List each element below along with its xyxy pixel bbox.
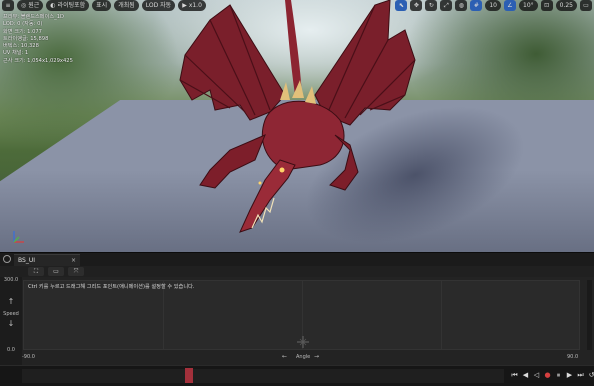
arrow-down-icon: ↓ <box>7 319 15 328</box>
scale-snap-value[interactable]: 0.25 <box>555 0 577 11</box>
hidden-button[interactable]: 개최됨 <box>114 0 139 11</box>
blendspace-grid[interactable]: Ctrl 키를 누르고 드래그해 그리드 포인트(애니메이션)를 설정할 수 있… <box>23 280 580 350</box>
fit-icon: ⛶ <box>33 268 39 275</box>
grid-snap-value[interactable]: 10 <box>485 0 501 11</box>
stat-screen-size: 화면 크기: 1.077 <box>3 28 42 35</box>
angle-snap-icon: ∠ <box>507 2 513 9</box>
playhead[interactable] <box>185 368 193 383</box>
playback-timeline: ⏮ ◀ ◁ ● ⏸ ▶ ⏭ ↺ ▭ <box>0 365 594 386</box>
grid-snap-button[interactable]: # <box>470 0 483 11</box>
y-axis-label: Speed <box>3 311 19 317</box>
step-forward-icon: ▶ <box>566 371 573 379</box>
editor-tab-bar: BS_UI × <box>0 252 594 267</box>
show-triangles-button[interactable]: ▭ <box>48 267 64 276</box>
y-axis-max: 300.0 <box>3 277 19 283</box>
stat-lod: LOD: 0 (자동: 0) <box>3 21 43 28</box>
toggle-labels-button[interactable]: ⤧ <box>68 267 84 276</box>
step-back-icon: ◀ <box>522 371 529 379</box>
pause-button[interactable]: ⏸ <box>554 370 563 381</box>
rotate-icon: ↻ <box>428 2 434 9</box>
skip-end-icon: ⏭ <box>577 371 584 379</box>
x-axis-min: -90.0 <box>22 354 35 360</box>
y-axis-min: 0.0 <box>7 347 15 353</box>
camera-speed-button[interactable]: ▭ <box>580 0 592 11</box>
arrow-right-icon: → <box>314 353 320 360</box>
triangles-icon: ▭ <box>53 268 59 275</box>
grid-line <box>163 281 164 349</box>
camera-speed-icon: ▭ <box>583 2 589 9</box>
rotate-button[interactable]: ↻ <box>425 0 438 11</box>
show-button[interactable]: 표시 <box>92 0 112 11</box>
lod-button[interactable]: LOD 자동 <box>141 0 176 11</box>
select-button[interactable]: ⬉ <box>395 0 408 11</box>
angle-snap-value[interactable]: 10° <box>519 0 538 11</box>
grid-line <box>441 281 442 349</box>
lit-button[interactable]: ◐ 라이팅포함 <box>46 0 90 11</box>
stat-uv-channels: UV 채널: 1 <box>3 50 29 57</box>
play-speed-icon: ▶ <box>182 2 187 9</box>
animation-editor: ≡ ◎ 원근 ◐ 라이팅포함 표시 개최됨 LOD 자동 ▶ x1.0 ⬉ ✥ ↻ ⤢… <box>0 0 594 386</box>
move-icon: ✥ <box>413 2 419 9</box>
grid-hint-text: Ctrl 키를 누르고 드래그해 그리드 포인트(애니메이션)를 설정할 수 있… <box>28 284 195 290</box>
world-button[interactable]: ◍ <box>455 0 468 11</box>
play-reverse-button[interactable]: ◁ <box>532 370 541 381</box>
jump-to-end-button[interactable]: ⏭ <box>576 370 585 381</box>
perspective-icon: ◎ <box>21 2 27 9</box>
angle-snap-button[interactable]: ∠ <box>504 0 516 11</box>
y-axis-column: 300.0 ↑ Speed ↓ 0.0 <box>0 277 22 365</box>
dragon-left-wing <box>179 4 286 121</box>
blendspace-toolbar: ⛶ ▭ ⤧ <box>0 266 594 277</box>
vertical-scrollbar[interactable] <box>587 280 592 350</box>
scale-snap-button[interactable]: ⊡ <box>540 0 553 11</box>
loop-icon: ↺ <box>588 371 594 379</box>
record-button[interactable]: ● <box>543 370 552 381</box>
menu-button[interactable]: ≡ <box>2 0 14 11</box>
perspective-button[interactable]: ◎ 원근 <box>17 0 44 11</box>
viewport-toolbar-right: ⬉ ✥ ↻ ⤢ ◍ # 10 ∠ 10° ⊡ 0.25 ▭ <box>395 0 592 12</box>
preview-viewport[interactable]: ≡ ◎ 원근 ◐ 라이팅포함 표시 개최됨 LOD 자동 ▶ x1.0 ⬉ ✥ ↻ ⤢… <box>0 0 594 252</box>
axis-gizmo-icon <box>13 231 24 243</box>
move-button[interactable]: ✥ <box>410 0 423 11</box>
blendspace-icon <box>3 255 11 263</box>
jump-to-start-button[interactable]: ⏮ <box>510 370 519 381</box>
x-axis-label: Angle <box>296 354 311 360</box>
select-icon: ⬉ <box>398 2 404 9</box>
loop-button[interactable]: ↺ <box>587 370 594 381</box>
skip-start-icon: ⏮ <box>511 371 518 379</box>
step-back-button[interactable]: ◀ <box>521 370 530 381</box>
arrow-left-icon: ← <box>282 353 288 360</box>
stat-approx-size: 근사 크기: 1,054x1,029x425 <box>3 57 73 64</box>
timeline-track[interactable] <box>22 369 504 383</box>
scale-snap-icon: ⊡ <box>544 2 550 9</box>
play-speed-button[interactable]: ▶ x1.0 <box>178 0 206 11</box>
blendspace-graph-area: 300.0 ↑ Speed ↓ 0.0 Ctrl 키를 누르고 드래그해 그리드… <box>0 277 594 365</box>
dragon-body <box>261 100 345 171</box>
world-icon: ◍ <box>458 2 464 9</box>
pause-icon: ⏸ <box>556 371 561 379</box>
dragon-head <box>239 159 296 233</box>
dragon-tail <box>285 0 302 95</box>
menu-icon: ≡ <box>5 2 11 9</box>
arrow-up-icon: ↑ <box>7 297 15 306</box>
dragon-model <box>179 0 416 233</box>
play-reverse-icon: ◁ <box>533 371 540 379</box>
scale-icon: ⤢ <box>443 2 449 9</box>
playback-controls: ⏮ ◀ ◁ ● ⏸ ▶ ⏭ ↺ ▭ <box>510 370 594 381</box>
x-axis-row: -90.0 ← Angle → 90.0 <box>22 352 582 364</box>
record-icon: ● <box>544 371 551 379</box>
viewport-stats: 프리뷰: 블렌드스페이스_1D LOD: 0 (자동: 0) 화면 크기: 1.… <box>3 14 73 65</box>
viewport-toolbar-left: ≡ ◎ 원근 ◐ 라이팅포함 표시 개최됨 LOD 자동 ▶ x1.0 <box>2 0 206 12</box>
lit-icon: ◐ <box>50 2 56 9</box>
x-axis-max: 90.0 <box>567 354 579 360</box>
preview-crosshair-icon[interactable] <box>297 336 309 348</box>
step-forward-button[interactable]: ▶ <box>565 370 574 381</box>
fit-view-button[interactable]: ⛶ <box>28 267 44 276</box>
labels-icon: ⤧ <box>73 268 79 275</box>
scale-button[interactable]: ⤢ <box>440 0 453 11</box>
snap-icon: # <box>473 2 479 9</box>
dragon-left-leg <box>199 134 266 189</box>
